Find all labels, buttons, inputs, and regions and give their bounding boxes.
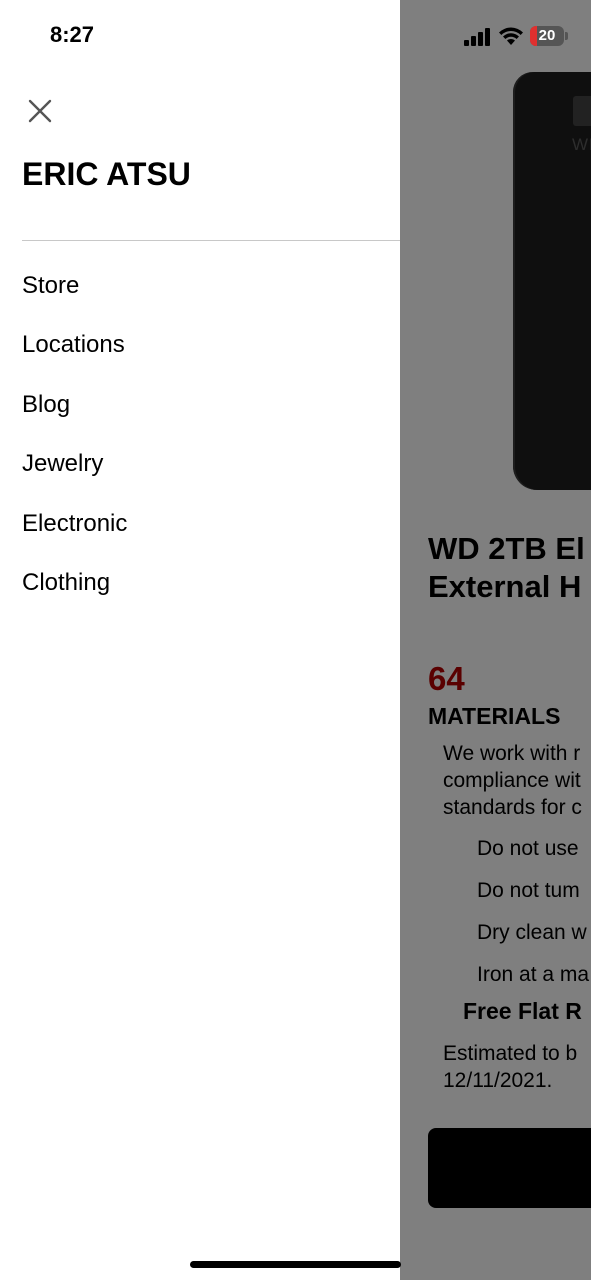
menu-item-locations[interactable]: Locations	[22, 327, 127, 386]
drawer-backdrop[interactable]	[400, 0, 591, 1280]
drawer-menu: Store Locations Blog Jewelry Electronic …	[22, 268, 127, 624]
menu-item-clothing[interactable]: Clothing	[22, 565, 127, 624]
close-icon	[28, 99, 52, 123]
battery-tip	[565, 32, 568, 40]
status-time: 8:27	[50, 22, 95, 47]
battery-icon: 20	[530, 26, 564, 46]
home-indicator[interactable]	[190, 1261, 401, 1268]
status-bar-indicators: 20	[464, 24, 574, 48]
drawer-title: ERIC ATSU	[22, 156, 191, 192]
divider	[22, 240, 400, 241]
close-button[interactable]	[24, 95, 56, 127]
menu-item-blog[interactable]: Blog	[22, 387, 127, 446]
cellular-signal-icon	[464, 28, 490, 46]
menu-item-store[interactable]: Store	[22, 268, 127, 327]
navigation-drawer: 8:27 ERIC ATSU Store Locations Blog Jewe…	[0, 0, 400, 1280]
menu-item-jewelry[interactable]: Jewelry	[22, 446, 127, 505]
menu-item-electronic[interactable]: Electronic	[22, 506, 127, 565]
battery-percentage: 20	[538, 27, 556, 44]
wifi-icon	[499, 27, 523, 45]
